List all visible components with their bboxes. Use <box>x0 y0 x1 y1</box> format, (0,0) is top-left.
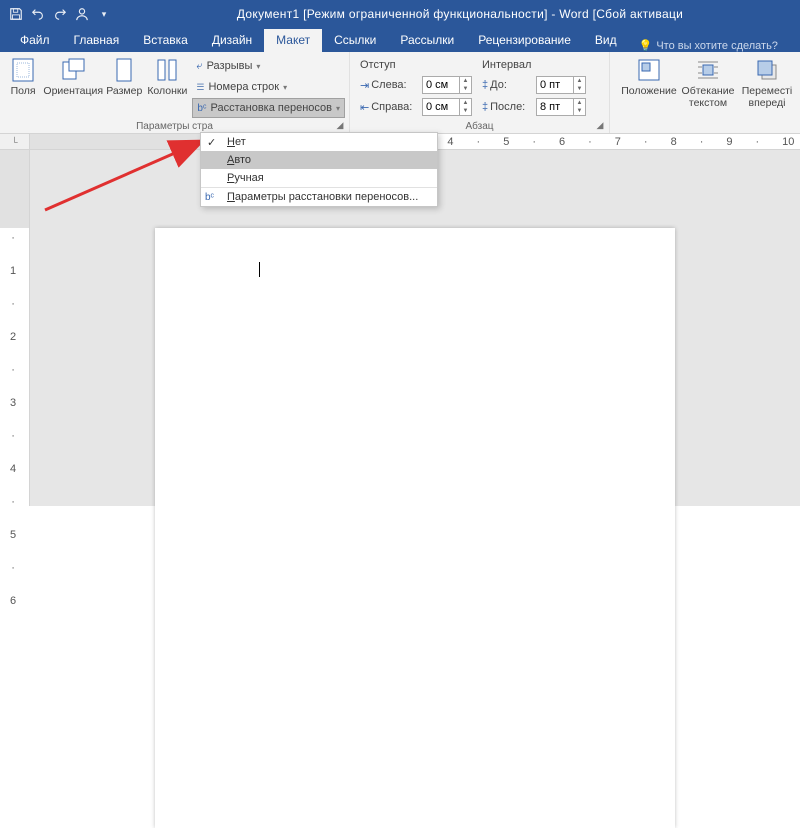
chevron-down-icon: ▾ <box>283 83 287 92</box>
group-page-setup: Поля Ориентация Размер Колонки ⤶ Разрывы… <box>0 52 350 133</box>
breaks-button[interactable]: ⤶ Разрывы ▾ <box>192 56 345 76</box>
bring-forward-icon <box>753 56 781 84</box>
tab-view[interactable]: Вид <box>583 29 629 52</box>
margins-icon <box>9 56 37 84</box>
ribbon-tabs: Файл Главная Вставка Дизайн Макет Ссылки… <box>0 28 800 52</box>
columns-button[interactable]: Колонки <box>145 54 189 100</box>
hyphenation-manual[interactable]: Ручная <box>201 169 437 188</box>
window-title: Документ1 [Режим ограниченной функционал… <box>120 7 800 21</box>
qat-customize-icon[interactable]: ▾ <box>94 4 114 24</box>
spacing-after-input[interactable]: ▲▼ <box>536 98 586 116</box>
group-arrange: Положение Обтекание текстом Переместі вп… <box>610 52 800 133</box>
breaks-icon: ⤶ <box>196 60 202 73</box>
chevron-down-icon: ▾ <box>336 104 340 113</box>
margins-button[interactable]: Поля <box>4 54 42 100</box>
orientation-icon <box>59 56 87 84</box>
hyphenation-auto[interactable]: Авто <box>201 151 437 169</box>
spacing-after-icon: ‡ <box>482 101 488 113</box>
size-button[interactable]: Размер <box>104 54 144 100</box>
tab-home[interactable]: Главная <box>62 29 132 52</box>
tab-design[interactable]: Дизайн <box>200 29 264 52</box>
undo-icon[interactable] <box>28 4 48 24</box>
account-icon[interactable] <box>72 4 92 24</box>
columns-icon <box>153 56 181 84</box>
text-cursor <box>259 262 260 277</box>
line-numbers-icon: ☰ <box>196 82 204 93</box>
chevron-down-icon: ▾ <box>256 62 260 71</box>
hyphenation-options-icon: bᶜ <box>205 192 214 203</box>
tell-me-label: Что вы хотите сделать? <box>656 40 778 52</box>
lightbulb-icon: 💡 <box>639 39 653 52</box>
line-numbers-button[interactable]: ☰ Номера строк ▾ <box>192 77 345 97</box>
spacing-before-icon: ‡ <box>482 79 488 91</box>
ribbon: Поля Ориентация Размер Колонки ⤶ Разрывы… <box>0 52 800 134</box>
wrap-text-button[interactable]: Обтекание текстом <box>679 54 737 111</box>
size-icon <box>110 56 138 84</box>
wrap-text-icon <box>694 56 722 84</box>
indent-left-input[interactable]: ▲▼ <box>422 76 472 94</box>
check-icon: ✓ <box>207 136 216 149</box>
hyphenation-icon: bᶜ <box>197 103 206 114</box>
vertical-ruler[interactable]: ·1·2·3·4·5·6 <box>0 150 30 506</box>
page[interactable] <box>155 228 675 828</box>
titlebar: ▾ Документ1 [Режим ограниченной функцион… <box>0 0 800 28</box>
tab-review[interactable]: Рецензирование <box>466 29 583 52</box>
tab-mailings[interactable]: Рассылки <box>388 29 466 52</box>
dialog-launcher-icon[interactable]: ◢ <box>334 119 346 131</box>
hyphenation-options[interactable]: bᶜ Параметры расстановки переносов... <box>201 188 437 206</box>
indent-heading: Отступ <box>360 58 472 73</box>
position-icon <box>635 56 663 84</box>
spacing-heading: Интервал <box>482 58 586 73</box>
hyphenation-none[interactable]: ✓ Нет <box>201 133 437 151</box>
tab-layout[interactable]: Макет <box>264 29 322 52</box>
tell-me-search[interactable]: 💡 Что вы хотите сделать? <box>629 39 788 52</box>
group-paragraph: Отступ ⇥Слева: ▲▼ ⇤Справа: ▲▼ Интервал ‡… <box>350 52 610 133</box>
position-button[interactable]: Положение <box>620 54 678 100</box>
indent-left-icon: ⇥ <box>360 79 369 92</box>
hyphenation-dropdown: ✓ Нет Авто Ручная bᶜ Параметры расстанов… <box>200 132 438 207</box>
indent-right-input[interactable]: ▲▼ <box>422 98 472 116</box>
redo-icon[interactable] <box>50 4 70 24</box>
bring-forward-button[interactable]: Переместі впереді <box>738 54 796 111</box>
indent-right-icon: ⇤ <box>360 101 369 114</box>
orientation-button[interactable]: Ориентация <box>43 54 103 100</box>
tab-selector[interactable]: └ <box>0 134 30 149</box>
quick-access-toolbar: ▾ <box>0 4 120 24</box>
tab-insert[interactable]: Вставка <box>131 29 200 52</box>
hyphenation-button[interactable]: bᶜ Расстановка переносов ▾ <box>192 98 345 118</box>
dialog-launcher-icon[interactable]: ◢ <box>594 119 606 131</box>
save-icon[interactable] <box>6 4 26 24</box>
tab-file[interactable]: Файл <box>8 29 62 52</box>
tab-references[interactable]: Ссылки <box>322 29 388 52</box>
spacing-before-input[interactable]: ▲▼ <box>536 76 586 94</box>
